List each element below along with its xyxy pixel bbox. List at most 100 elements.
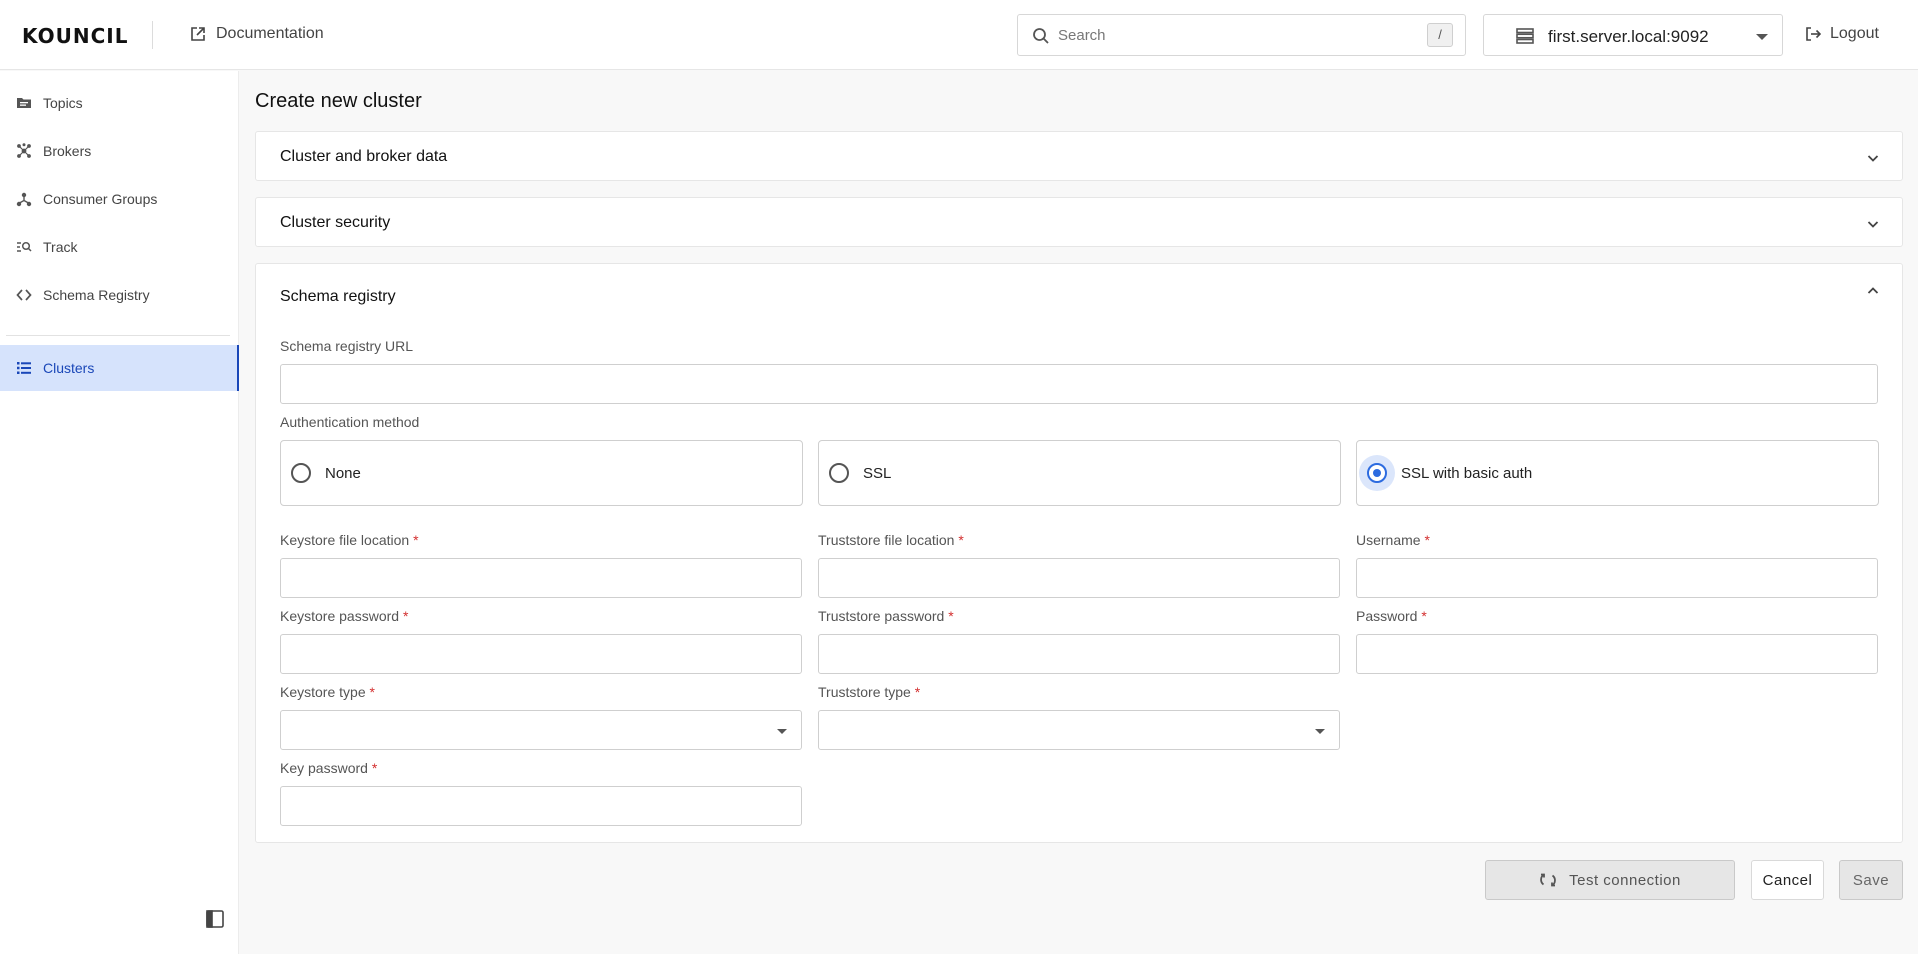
radio-dot bbox=[1373, 469, 1381, 477]
sidebar: Topics Brokers Consumer Groups Track Sch… bbox=[0, 71, 239, 954]
keystore-file-label: Keystore file location * bbox=[280, 532, 419, 548]
app-logo[interactable]: KOUNCIL bbox=[22, 24, 128, 48]
required-mark: * bbox=[413, 532, 419, 548]
documentation-label: Documentation bbox=[216, 25, 324, 42]
radio-label: None bbox=[325, 465, 361, 482]
sidebar-item-consumer-groups[interactable]: Consumer Groups bbox=[0, 176, 239, 222]
brokers-icon bbox=[17, 143, 31, 158]
sidebar-item-label: Schema Registry bbox=[43, 287, 150, 303]
header-divider bbox=[152, 21, 153, 49]
keystore-file-input[interactable] bbox=[280, 558, 802, 598]
server-selector-value: first.server.local:9092 bbox=[1548, 27, 1709, 46]
auth-option-none[interactable]: None bbox=[280, 440, 803, 506]
section-schema-registry: Schema registry bbox=[255, 263, 1903, 843]
label-text: Key password bbox=[280, 760, 368, 776]
keystore-password-label: Keystore password * bbox=[280, 608, 408, 624]
test-connection-label: Test connection bbox=[1569, 871, 1681, 889]
label-text: Truststore password bbox=[818, 608, 945, 624]
label-text: Keystore type bbox=[280, 684, 366, 700]
section-title: Schema registry bbox=[280, 288, 396, 305]
required-mark: * bbox=[402, 608, 409, 624]
label-text: Username bbox=[1356, 532, 1421, 548]
chevron-up-icon[interactable] bbox=[1866, 284, 1880, 298]
search-input[interactable] bbox=[1058, 21, 1438, 49]
folder-icon bbox=[17, 98, 31, 108]
radio-button-selected[interactable] bbox=[1367, 463, 1387, 483]
schema-registry-url-label: Schema registry URL bbox=[280, 338, 414, 354]
track-icon bbox=[17, 241, 32, 252]
test-connection-button[interactable]: Test connection bbox=[1485, 860, 1735, 900]
cancel-button[interactable]: Cancel bbox=[1751, 860, 1824, 900]
logout-button[interactable]: Logout bbox=[1805, 25, 1879, 43]
radio-button[interactable] bbox=[829, 463, 849, 483]
sidebar-collapse-icon[interactable] bbox=[205, 909, 225, 929]
chevron-down-icon bbox=[777, 729, 787, 734]
sidebar-item-schema-registry[interactable]: Schema Registry bbox=[0, 272, 239, 318]
required-mark: * bbox=[369, 684, 375, 700]
truststore-password-input[interactable] bbox=[818, 634, 1340, 674]
required-mark: * bbox=[914, 684, 921, 700]
radio-button[interactable] bbox=[291, 463, 311, 483]
auth-option-ssl[interactable]: SSL bbox=[818, 440, 1341, 506]
truststore-type-select[interactable] bbox=[818, 710, 1340, 750]
sidebar-divider bbox=[6, 335, 230, 336]
sidebar-item-brokers[interactable]: Brokers bbox=[0, 128, 239, 174]
radio-label: SSL with basic auth bbox=[1401, 465, 1533, 482]
required-mark: * bbox=[958, 532, 964, 548]
search-box[interactable]: / bbox=[1017, 14, 1466, 56]
sync-icon bbox=[1540, 873, 1556, 887]
sidebar-item-label: Topics bbox=[43, 95, 83, 111]
sidebar-item-label: Clusters bbox=[43, 360, 95, 376]
sidebar-item-label: Consumer Groups bbox=[43, 191, 158, 207]
consumer-groups-icon bbox=[16, 192, 32, 207]
key-password-input[interactable] bbox=[280, 786, 802, 826]
sidebar-item-clusters[interactable]: Clusters bbox=[0, 345, 239, 391]
username-label: Username * bbox=[1356, 532, 1430, 548]
truststore-file-input[interactable] bbox=[818, 558, 1340, 598]
keystore-password-input[interactable] bbox=[280, 634, 802, 674]
chevron-down-icon bbox=[1315, 729, 1325, 734]
password-label: Password * bbox=[1356, 608, 1427, 624]
schema-registry-url-input[interactable] bbox=[280, 364, 1878, 404]
external-link-icon bbox=[191, 27, 205, 41]
auth-method-label: Authentication method bbox=[280, 414, 420, 430]
code-icon bbox=[16, 289, 32, 301]
truststore-password-label: Truststore password * bbox=[818, 608, 954, 624]
sidebar-item-topics[interactable]: Topics bbox=[0, 80, 239, 126]
label-text: Truststore file location bbox=[818, 532, 955, 548]
page-title: Create new cluster bbox=[255, 90, 422, 112]
server-selector[interactable]: first.server.local:9092 bbox=[1483, 14, 1783, 56]
label-text: Keystore file location bbox=[280, 532, 410, 548]
sidebar-item-label: Brokers bbox=[43, 143, 92, 159]
sidebar-item-track[interactable]: Track bbox=[0, 224, 239, 270]
logout-label: Logout bbox=[1830, 25, 1879, 42]
keystore-type-label: Keystore type * bbox=[280, 684, 375, 700]
auth-option-ssl-basic-auth[interactable]: SSL with basic auth bbox=[1356, 440, 1879, 506]
required-mark: * bbox=[1421, 608, 1427, 624]
key-password-label: Key password * bbox=[280, 760, 377, 776]
label-text: Keystore password bbox=[280, 608, 400, 624]
truststore-type-label: Truststore type * bbox=[818, 684, 920, 700]
truststore-file-label: Truststore file location * bbox=[818, 532, 964, 548]
section-cluster-broker-data[interactable]: Cluster and broker data bbox=[255, 131, 1903, 181]
required-mark: * bbox=[1424, 532, 1430, 548]
section-title: Cluster and broker data bbox=[280, 148, 448, 165]
section-title: Cluster security bbox=[280, 214, 391, 231]
required-mark: * bbox=[948, 608, 954, 624]
list-icon bbox=[17, 362, 31, 374]
documentation-link[interactable]: Documentation bbox=[190, 25, 324, 43]
label-text: Truststore type bbox=[818, 684, 911, 700]
chevron-down-icon bbox=[1756, 34, 1768, 40]
username-input[interactable] bbox=[1356, 558, 1878, 598]
save-button[interactable]: Save bbox=[1839, 860, 1903, 900]
sidebar-item-label: Track bbox=[43, 239, 78, 255]
search-shortcut-hint: / bbox=[1427, 23, 1453, 47]
search-icon bbox=[1033, 28, 1049, 44]
label-text: Password bbox=[1356, 608, 1418, 624]
radio-label: SSL bbox=[863, 465, 892, 482]
chevron-down-icon[interactable] bbox=[1866, 151, 1880, 165]
password-input[interactable] bbox=[1356, 634, 1878, 674]
section-cluster-security[interactable]: Cluster security bbox=[255, 197, 1903, 247]
chevron-down-icon[interactable] bbox=[1866, 217, 1880, 231]
keystore-type-select[interactable] bbox=[280, 710, 802, 750]
